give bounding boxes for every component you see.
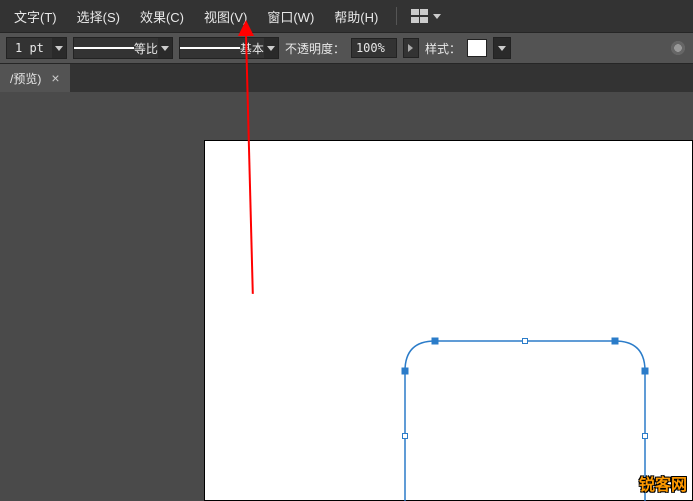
workspace-switcher[interactable] bbox=[405, 5, 447, 27]
chevron-right-icon bbox=[408, 44, 413, 52]
stroke-preview-icon bbox=[74, 47, 134, 49]
brush-dropdown[interactable]: 基本 bbox=[179, 37, 279, 59]
menu-view[interactable]: 视图(V) bbox=[194, 1, 257, 32]
gear-icon[interactable] bbox=[669, 39, 687, 57]
anchor-point[interactable] bbox=[432, 338, 439, 345]
next-button[interactable] bbox=[403, 38, 419, 58]
selection-handle[interactable] bbox=[642, 433, 648, 439]
opacity-input[interactable] bbox=[351, 38, 397, 58]
menu-select[interactable]: 选择(S) bbox=[67, 1, 130, 32]
stroke-weight-value: 1 pt bbox=[7, 41, 52, 55]
anchor-point[interactable] bbox=[402, 368, 409, 375]
chevron-down-icon bbox=[158, 38, 172, 58]
close-icon[interactable]: × bbox=[51, 70, 59, 86]
selection-handle[interactable] bbox=[522, 338, 528, 344]
anchor-point[interactable] bbox=[642, 368, 649, 375]
tab-title: /预览) bbox=[10, 70, 41, 87]
shape-path bbox=[405, 341, 645, 501]
menu-text[interactable]: 文字(T) bbox=[4, 1, 67, 32]
brush-preview-icon bbox=[180, 47, 240, 49]
menu-help[interactable]: 帮助(H) bbox=[324, 1, 388, 32]
anchor-point[interactable] bbox=[612, 338, 619, 345]
workspace-icon bbox=[411, 9, 429, 23]
options-bar: 1 pt 等比 基本 不透明度： 样式： bbox=[0, 32, 693, 64]
artboard[interactable] bbox=[204, 140, 693, 501]
stroke-profile-dropdown[interactable]: 等比 bbox=[73, 37, 173, 59]
rounded-rectangle-shape[interactable] bbox=[405, 341, 645, 491]
document-tab[interactable]: /预览) × bbox=[0, 64, 70, 92]
stroke-profile-group: 等比 bbox=[73, 37, 173, 59]
style-label: 样式： bbox=[425, 40, 461, 57]
opacity-label: 不透明度： bbox=[285, 40, 345, 57]
style-dropdown[interactable] bbox=[493, 37, 511, 59]
watermark: 锐客网 bbox=[639, 471, 687, 495]
tab-bar: /预览) × bbox=[0, 64, 693, 92]
style-swatch[interactable] bbox=[467, 39, 487, 57]
brush-label: 基本 bbox=[240, 40, 264, 57]
chevron-down-icon bbox=[264, 38, 278, 58]
selection-handle[interactable] bbox=[402, 433, 408, 439]
canvas-area[interactable] bbox=[0, 92, 693, 501]
brush-group: 基本 bbox=[179, 37, 279, 59]
stroke-weight-dropdown[interactable]: 1 pt bbox=[6, 37, 67, 59]
menu-separator bbox=[396, 7, 397, 25]
stroke-profile-label: 等比 bbox=[134, 40, 158, 57]
menu-window[interactable]: 窗口(W) bbox=[257, 1, 324, 32]
chevron-down-icon bbox=[52, 38, 66, 58]
chevron-down-icon bbox=[494, 38, 510, 58]
chevron-down-icon bbox=[433, 14, 441, 19]
menu-effect[interactable]: 效果(C) bbox=[130, 1, 194, 32]
menu-bar: 文字(T) 选择(S) 效果(C) 视图(V) 窗口(W) 帮助(H) bbox=[0, 0, 693, 32]
